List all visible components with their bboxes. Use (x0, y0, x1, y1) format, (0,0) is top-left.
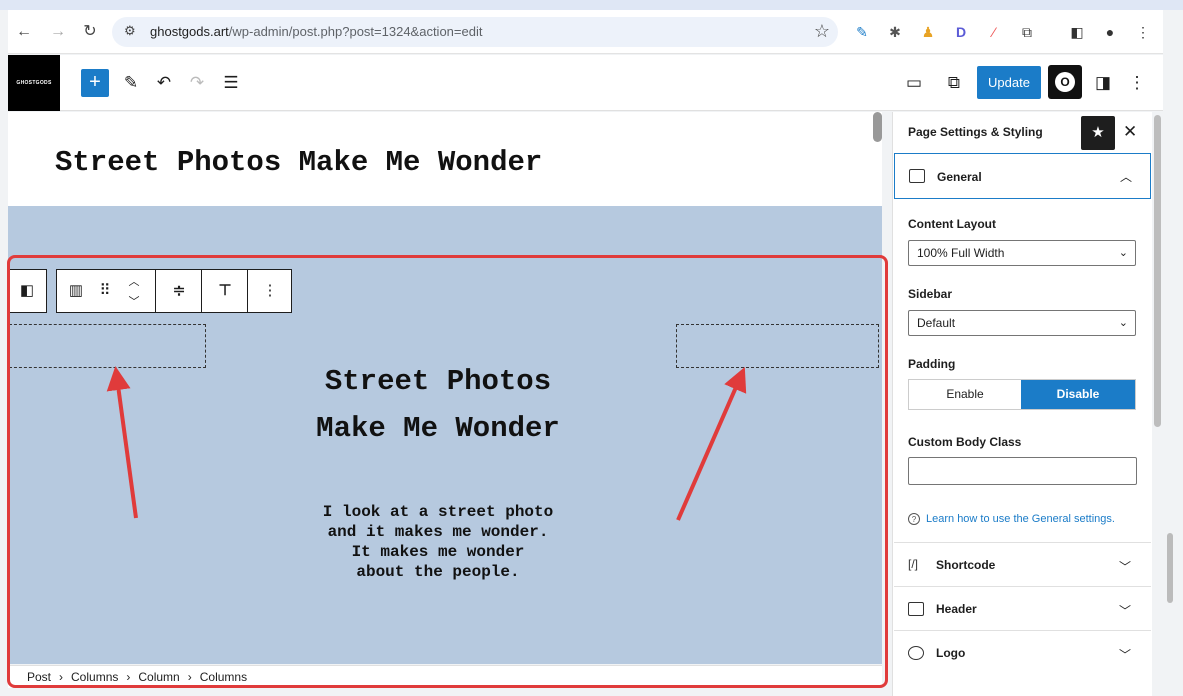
address-bar[interactable]: ⚙ ghostgods.art/wp-admin/post.php?post=1… (112, 17, 838, 47)
extensions-puzzle-icon[interactable]: ⧉ (1018, 23, 1036, 41)
back-icon[interactable]: ← (12, 20, 36, 44)
settings-sidebar-icon[interactable]: ◨ (1090, 70, 1116, 96)
custom-body-class-label: Custom Body Class (908, 435, 1022, 449)
padding-toggle: Enable Disable (908, 379, 1136, 410)
preview-device-icon[interactable]: ▭ (901, 70, 927, 96)
browser-toolbar: ← → ↻ ⚙ ghostgods.art/wp-admin/post.php?… (8, 10, 1163, 54)
block-tools-group: ▥ ⠿ ︿ ﹀ ≑ ⊤ ⋮ (56, 269, 292, 313)
chevron-down-icon: ⌄ (1118, 247, 1128, 259)
custom-body-class-input[interactable] (908, 457, 1137, 485)
add-block-button[interactable]: + (81, 69, 109, 97)
document-overview-icon[interactable]: ☰ (218, 70, 244, 96)
panel-logo[interactable]: Logo ﹀ (894, 630, 1151, 674)
header-icon (908, 602, 924, 616)
breadcrumb-item[interactable]: Post (27, 670, 51, 684)
content-heading[interactable]: Street Photos Make Me Wonder (288, 358, 588, 452)
vertical-align-top-icon[interactable]: ⊤ (203, 270, 247, 312)
reload-icon[interactable]: ↻ (78, 20, 102, 44)
panel-header[interactable]: Header ﹀ (894, 586, 1151, 630)
extension-pen-icon[interactable]: ✎ (853, 23, 871, 41)
extension-brush-icon[interactable]: ⁄ (985, 23, 1003, 41)
columns-block-icon[interactable]: ▥ (61, 270, 91, 312)
canvas-scrollbar[interactable] (873, 112, 882, 142)
chevron-down-icon: ﹀ (1119, 560, 1132, 574)
align-center-icon[interactable]: ≑ (157, 270, 201, 312)
chevron-down-icon: ﹀ (1119, 648, 1132, 662)
extension-d-icon[interactable]: D (952, 23, 970, 41)
layout-icon (909, 169, 925, 183)
block-parent-group: ◧ (8, 269, 47, 313)
sidebar-scrollbar[interactable] (1154, 115, 1161, 427)
block-breadcrumb: Post › Columns › Column › Columns (8, 665, 882, 688)
sidebar-label: Sidebar (908, 287, 953, 301)
redo-icon[interactable]: ↷ (184, 70, 210, 96)
chevron-down-icon: ﹀ (1119, 604, 1132, 618)
breadcrumb-item[interactable]: Columns (71, 670, 118, 684)
drag-handle-icon[interactable]: ⠿ (93, 270, 117, 312)
window-scrollbar[interactable] (1167, 533, 1173, 603)
panel-shortcode[interactable]: [/] Shortcode ﹀ (894, 542, 1151, 586)
options-menu-icon[interactable]: ⋮ (1124, 70, 1150, 96)
panel-general-label: General (937, 170, 982, 184)
tools-pen-icon[interactable]: ✎ (118, 70, 144, 96)
extension-person-icon[interactable]: ♟ (919, 23, 937, 41)
undo-icon[interactable]: ↶ (151, 70, 177, 96)
theme-o-icon: O (1055, 72, 1075, 92)
url-text[interactable]: ghostgods.art/wp-admin/post.php?post=132… (150, 24, 482, 39)
content-layout-label: Content Layout (908, 217, 996, 231)
update-button[interactable]: Update (977, 66, 1041, 99)
help-link[interactable]: ? Learn how to use the General settings. (908, 513, 1115, 525)
settings-sidebar: Page Settings & Styling ★ ✕ General ︿ Co… (892, 112, 1152, 696)
view-post-external-icon[interactable]: ⧉ (941, 70, 967, 96)
editor-toolbar: GHOSTGODS + ✎ ↶ ↷ ☰ ▭ ⧉ Update O ◨ ⋮ (8, 55, 1163, 111)
help-icon: ? (908, 513, 920, 525)
content-layout-select[interactable]: 100% Full Width ⌄ (908, 240, 1136, 266)
editor-canvas[interactable]: Street Photos Make Me Wonder ◧ ▥ ⠿ ︿ ﹀ ≑ … (8, 112, 882, 664)
sidebar-title: Page Settings & Styling (908, 125, 1043, 139)
move-up-down-icon[interactable]: ︿ ﹀ (119, 270, 149, 312)
empty-column-right[interactable] (676, 324, 879, 368)
empty-column-left[interactable] (8, 324, 206, 368)
site-logo[interactable]: GHOSTGODS (8, 55, 60, 111)
chevron-up-icon: ︿ (1120, 170, 1133, 184)
site-settings-icon[interactable]: ⚙ (124, 23, 136, 39)
select-parent-icon[interactable]: ◧ (8, 270, 46, 312)
padding-enable-button[interactable]: Enable (909, 380, 1021, 409)
logo-icon (908, 646, 924, 660)
theme-settings-button[interactable]: O (1048, 65, 1082, 99)
bookmark-star-icon[interactable]: ☆ (814, 21, 830, 42)
close-icon[interactable]: ✕ (1123, 122, 1137, 142)
content-paragraph[interactable]: I look at a street photo and it makes me… (288, 502, 588, 582)
side-panel-icon[interactable]: ◧ (1068, 23, 1086, 41)
star-icon[interactable]: ★ (1081, 116, 1115, 150)
extension-gear-icon[interactable]: ✱ (886, 23, 904, 41)
padding-label: Padding (908, 357, 956, 371)
browser-tab-strip (0, 0, 1183, 10)
forward-icon[interactable]: → (46, 20, 70, 44)
padding-disable-button[interactable]: Disable (1021, 380, 1135, 409)
shortcode-icon: [/] (908, 557, 919, 571)
breadcrumb-item[interactable]: Column (138, 670, 179, 684)
browser-menu-icon[interactable]: ⋮ (1134, 23, 1152, 41)
sidebar-select[interactable]: Default ⌄ (908, 310, 1136, 336)
post-title[interactable]: Street Photos Make Me Wonder (55, 146, 542, 179)
chevron-down-icon: ⌄ (1118, 317, 1128, 329)
panel-general[interactable]: General ︿ (894, 153, 1151, 199)
block-options-icon[interactable]: ⋮ (249, 270, 291, 312)
profile-avatar-icon[interactable]: ● (1101, 23, 1119, 41)
breadcrumb-item[interactable]: Columns (200, 670, 247, 684)
